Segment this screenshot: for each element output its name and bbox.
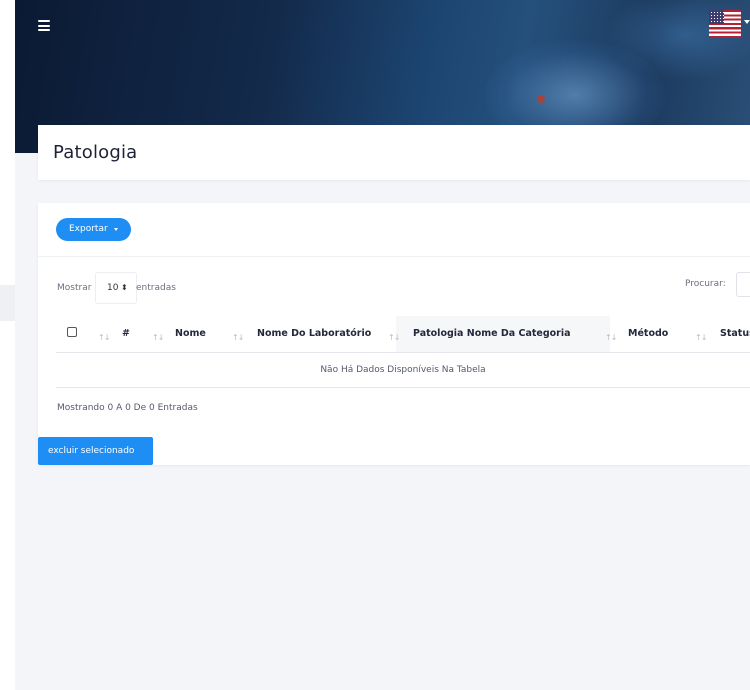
- sidebar-active-marker: [0, 285, 15, 321]
- divider: [38, 256, 750, 257]
- table-header: ↑↓ # ↑↓ Nome ↑↓ Nome Do Laboratório ↑↓ P…: [56, 316, 750, 353]
- select-all-checkbox[interactable]: [67, 327, 77, 337]
- us-flag-icon[interactable]: [709, 10, 741, 38]
- sort-icon[interactable]: ↑↓: [605, 333, 617, 342]
- show-entries-label: Mostrar: [57, 283, 92, 293]
- sidebar-collapsed: [0, 0, 15, 690]
- chevron-down-icon[interactable]: [744, 20, 750, 24]
- table-empty-row: Não Há Dados Disponíveis Na Tabela: [56, 354, 750, 388]
- select-arrows-icon: ⬍: [121, 283, 128, 292]
- search-input[interactable]: [736, 272, 750, 297]
- table-info: Mostrando 0 A 0 De 0 Entradas: [57, 403, 198, 413]
- column-header-id[interactable]: #: [122, 328, 130, 339]
- empty-message: Não Há Dados Disponíveis Na Tabela: [320, 365, 486, 375]
- entries-label: entradas: [136, 283, 176, 293]
- sort-icon[interactable]: ↑↓: [388, 333, 400, 342]
- page-size-select[interactable]: 10 ⬍: [95, 272, 137, 304]
- sort-icon[interactable]: ↑↓: [98, 333, 110, 342]
- delete-selected-button[interactable]: excluir selecionado: [38, 437, 153, 465]
- search-label: Procurar:: [685, 279, 726, 289]
- sort-icon[interactable]: ↑↓: [695, 333, 707, 342]
- export-button[interactable]: Exportar: [56, 218, 131, 241]
- caret-down-icon: [113, 228, 118, 231]
- column-header-lab-name[interactable]: Nome Do Laboratório: [257, 328, 371, 339]
- column-header-status[interactable]: Status: [720, 328, 750, 339]
- column-header-method[interactable]: Método: [628, 328, 668, 339]
- sort-icon[interactable]: ↑↓: [152, 333, 164, 342]
- column-header-category[interactable]: Patologia Nome Da Categoria: [413, 328, 571, 339]
- page-title-card: Patologia: [38, 125, 750, 180]
- sort-icon[interactable]: ↑↓: [232, 333, 244, 342]
- export-button-label: Exportar: [69, 224, 108, 234]
- hamburger-icon[interactable]: [38, 20, 51, 32]
- column-header-name[interactable]: Nome: [175, 328, 206, 339]
- delete-selected-label: excluir selecionado: [48, 446, 135, 456]
- table-card: Exportar Mostrar 10 ⬍ entradas Procurar:…: [38, 203, 750, 465]
- banner-detail: [537, 95, 545, 103]
- page-size-value: 10: [107, 283, 119, 293]
- page-title: Patologia: [53, 142, 138, 163]
